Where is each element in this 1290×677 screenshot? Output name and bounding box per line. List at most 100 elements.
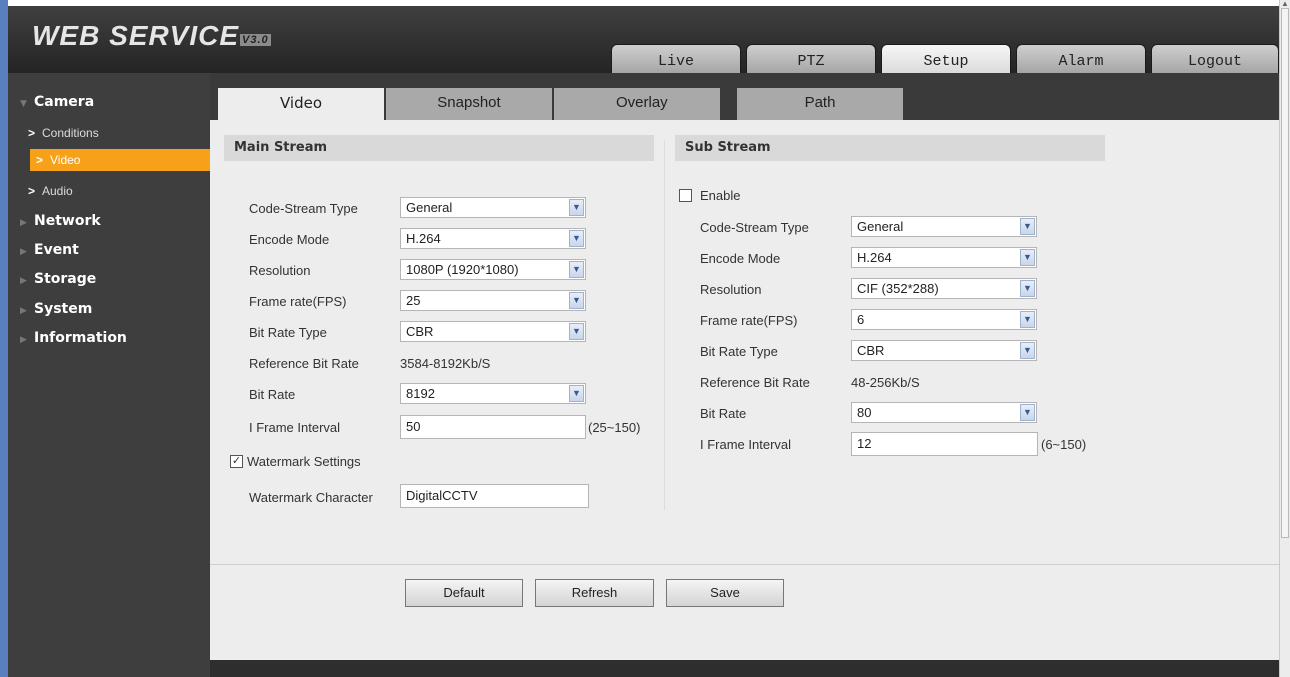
sidebar-item-network-label: Network: [34, 213, 101, 229]
sub-stream-header: Sub Stream: [675, 135, 1105, 161]
sub-bit-rate-type-value: CBR: [857, 343, 885, 358]
sidebar-item-event[interactable]: ▶ Event: [8, 242, 210, 258]
sub-i-frame-interval-input[interactable]: 12: [851, 432, 1038, 456]
sub-encode-mode-label: Encode Mode: [700, 251, 781, 266]
top-header: WEB SERVICE V3.0 Live PTZ Setup Alarm Log…: [8, 6, 1279, 78]
sub-frame-rate-label: Frame rate(FPS): [700, 313, 798, 328]
bottom-bar: [210, 660, 1279, 677]
main-code-stream-type-select[interactable]: General ▼: [400, 197, 586, 218]
sidebar-item-camera[interactable]: ▼ Camera: [8, 94, 210, 110]
main-encode-mode-select[interactable]: H.264 ▼: [400, 228, 586, 249]
sidebar-item-information-label: Information: [34, 330, 127, 346]
tab-ptz-label: PTZ: [797, 53, 825, 70]
scrollbar-thumb[interactable]: [1281, 8, 1289, 538]
main-frame-rate-select[interactable]: 25 ▼: [400, 290, 586, 311]
main-bit-rate-label: Bit Rate: [249, 387, 296, 402]
main-bit-rate-type-label: Bit Rate Type: [249, 325, 327, 340]
main-resolution-value: 1080P (1920*1080): [406, 262, 519, 277]
main-frame-rate-label: Frame rate(FPS): [249, 294, 347, 309]
watermark-character-input[interactable]: DigitalCCTV: [400, 484, 589, 508]
scroll-up-icon[interactable]: ▲: [1281, 0, 1289, 8]
subtab-snapshot-label: Snapshot: [437, 94, 501, 111]
main-bit-rate-value: 8192: [406, 386, 435, 401]
watermark-checkbox[interactable]: ✓: [230, 455, 243, 468]
sidebar-item-audio-label: Audio: [42, 184, 73, 198]
subtab-path-label: Path: [804, 94, 836, 111]
sub-i-frame-interval-label: I Frame Interval: [700, 437, 792, 452]
default-button[interactable]: Default: [405, 579, 523, 607]
sub-resolution-value: CIF (352*288): [857, 281, 939, 296]
sub-bit-rate-type-select[interactable]: CBR ▼: [851, 340, 1037, 361]
chevron-down-icon: ▼: [1020, 342, 1035, 359]
settings-panel: Main Stream Code-Stream Type General ▼ En…: [210, 120, 1279, 660]
chevron-right-icon: >: [36, 153, 44, 167]
sidebar-item-storage[interactable]: ▶ Storage: [8, 271, 210, 287]
sub-code-stream-type-select[interactable]: General ▼: [851, 216, 1037, 237]
app-window: ▲ WEB SERVICE V3.0 Live PTZ Setup Alarm L…: [0, 0, 1290, 677]
main-i-frame-range: (25~150): [588, 420, 641, 435]
sidebar-item-network[interactable]: ▶ Network: [8, 213, 210, 229]
triangle-down-icon: ▼: [20, 99, 27, 109]
chevron-down-icon: ▼: [1020, 280, 1035, 297]
logo: WEB SERVICE V3.0: [32, 20, 271, 52]
sub-code-stream-type-value: General: [857, 219, 904, 234]
refresh-button-label: Refresh: [571, 585, 618, 600]
main-bit-rate-type-select[interactable]: CBR ▼: [400, 321, 586, 342]
sidebar-item-conditions-label: Conditions: [42, 126, 99, 140]
tab-logout-label: Logout: [1187, 53, 1242, 70]
main-stream-title: Main Stream: [234, 140, 328, 155]
triangle-right-icon: ▶: [20, 218, 27, 228]
save-button-label: Save: [710, 585, 740, 600]
chevron-down-icon: ▼: [569, 385, 584, 402]
chevron-right-icon: >: [28, 184, 36, 198]
sidebar-item-camera-label: Camera: [34, 94, 95, 110]
sidebar-item-audio[interactable]: > Audio: [28, 184, 208, 198]
chevron-down-icon: ▼: [569, 230, 584, 247]
sub-i-frame-interval-value: 12: [857, 436, 872, 451]
subtab-snapshot[interactable]: Snapshot: [386, 88, 552, 122]
sub-i-frame-range: (6~150): [1041, 437, 1087, 452]
subtab-path[interactable]: Path: [737, 88, 903, 122]
main-i-frame-interval-input[interactable]: 50: [400, 415, 586, 439]
sidebar-item-video[interactable]: > Video: [30, 149, 210, 171]
sidebar-item-information[interactable]: ▶ Information: [8, 330, 210, 346]
chevron-down-icon: ▼: [569, 261, 584, 278]
subtab-overlay[interactable]: Overlay: [554, 88, 720, 122]
main-encode-mode-label: Encode Mode: [249, 232, 330, 247]
save-button[interactable]: Save: [666, 579, 784, 607]
sidebar-item-event-label: Event: [34, 242, 79, 258]
chevron-down-icon: ▼: [1020, 404, 1035, 421]
sub-frame-rate-value: 6: [857, 312, 865, 327]
watermark-settings-label: Watermark Settings: [247, 454, 361, 469]
refresh-button[interactable]: Refresh: [535, 579, 654, 607]
stream-divider: [664, 140, 665, 510]
sub-stream-enable-checkbox[interactable]: [679, 189, 692, 202]
sub-resolution-select[interactable]: CIF (352*288) ▼: [851, 278, 1037, 299]
sub-bit-rate-label: Bit Rate: [700, 406, 747, 421]
chevron-right-icon: >: [28, 126, 36, 140]
vertical-scrollbar[interactable]: ▲: [1279, 0, 1290, 677]
sub-encode-mode-value: H.264: [857, 250, 892, 265]
triangle-right-icon: ▶: [20, 276, 27, 286]
chevron-down-icon: ▼: [1020, 311, 1035, 328]
main-bit-rate-type-value: CBR: [406, 324, 434, 339]
sub-reference-bit-rate-label: Reference Bit Rate: [700, 375, 810, 390]
watermark-character-value: DigitalCCTV: [406, 488, 478, 503]
main-reference-bit-rate-label: Reference Bit Rate: [249, 356, 359, 371]
sub-stream-title: Sub Stream: [685, 140, 771, 155]
sidebar-item-conditions[interactable]: > Conditions: [28, 126, 208, 140]
chevron-down-icon: ▼: [1020, 218, 1035, 235]
main-bit-rate-select[interactable]: 8192 ▼: [400, 383, 586, 404]
logo-text: WEB SERVICE: [32, 20, 240, 51]
sub-encode-mode-select[interactable]: H.264 ▼: [851, 247, 1037, 268]
sub-bit-rate-select[interactable]: 80 ▼: [851, 402, 1037, 423]
window-left-border: [0, 0, 8, 677]
subtab-video[interactable]: Video: [218, 88, 384, 122]
sub-frame-rate-select[interactable]: 6 ▼: [851, 309, 1037, 330]
sidebar-item-storage-label: Storage: [34, 271, 97, 287]
chevron-down-icon: ▼: [1020, 249, 1035, 266]
default-button-label: Default: [443, 585, 485, 600]
sidebar-item-system[interactable]: ▶ System: [8, 301, 210, 317]
main-reference-bit-rate-value: 3584-8192Kb/S: [400, 356, 491, 371]
main-resolution-select[interactable]: 1080P (1920*1080) ▼: [400, 259, 586, 280]
